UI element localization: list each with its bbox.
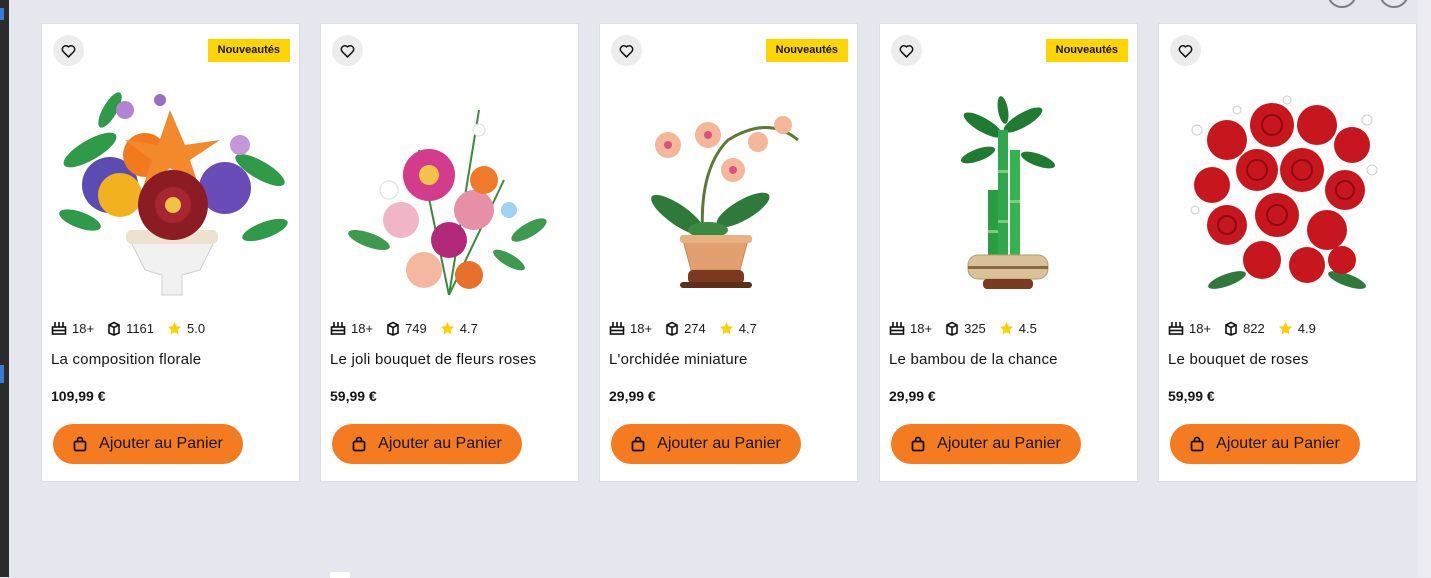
add-to-cart-label: Ajouter au Panier — [937, 435, 1061, 452]
product-card[interactable]: 18+ 822 4.9 Le bouquet de roses 59,99 € … — [1158, 23, 1417, 482]
new-badge: Nouveautés — [207, 39, 290, 62]
carousel-prev-button[interactable] — [1327, 0, 1357, 8]
new-badge: Nouveautés — [1045, 39, 1128, 62]
age-value: 18+ — [72, 320, 95, 336]
add-to-cart-button[interactable]: Ajouter au Panier — [332, 424, 522, 464]
birthday-cake-icon — [1168, 322, 1184, 335]
pieces-value: 1161 — [126, 320, 155, 336]
shopping-bag-icon — [1190, 436, 1204, 452]
birthday-cake-icon — [330, 322, 346, 335]
rating-value: 4.5 — [1018, 320, 1037, 336]
scrollbar-track[interactable] — [1418, 0, 1431, 577]
add-to-cart-label: Ajouter au Panier — [657, 435, 781, 452]
birthday-cake-icon — [51, 322, 67, 335]
roses-bouquet-image — [1190, 95, 1378, 289]
heart-icon — [619, 44, 634, 58]
pink-bouquet-image — [348, 109, 547, 296]
heart-icon — [1178, 44, 1193, 58]
edge-indicator — [0, 8, 4, 20]
star-icon — [1278, 321, 1292, 334]
product-image[interactable] — [608, 70, 851, 300]
bamboo-image — [960, 96, 1056, 289]
add-to-cart-label: Ajouter au Panier — [378, 435, 502, 452]
product-title[interactable]: L'orchidée miniature — [609, 351, 748, 368]
wishlist-button[interactable] — [1170, 35, 1201, 66]
add-to-cart-label: Ajouter au Panier — [1216, 435, 1340, 452]
heart-icon — [61, 44, 76, 58]
orchid-image — [651, 116, 799, 288]
product-title[interactable]: Le bouquet de roses — [1168, 351, 1309, 368]
flower-composition-image — [59, 92, 288, 296]
new-badge: Nouveautés — [765, 39, 848, 62]
carousel-next-button[interactable] — [1379, 0, 1409, 8]
product-price: 29,99 € — [889, 388, 936, 404]
brick-icon — [387, 321, 399, 336]
wishlist-button[interactable] — [332, 35, 363, 66]
star-icon — [719, 321, 733, 334]
edge-indicator — [0, 365, 4, 383]
add-to-cart-button[interactable]: Ajouter au Panier — [891, 424, 1081, 464]
brick-icon — [1225, 321, 1237, 336]
product-meta: 18+ 749 4.7 — [330, 319, 491, 337]
star-icon — [999, 321, 1013, 334]
product-title[interactable]: Le joli bouquet de fleurs roses — [330, 351, 536, 368]
age-value: 18+ — [910, 320, 933, 336]
brick-icon — [666, 321, 678, 336]
birthday-cake-icon — [609, 322, 625, 335]
birthday-cake-icon — [889, 322, 905, 335]
product-image[interactable] — [50, 70, 293, 300]
rating-value: 4.9 — [1297, 320, 1316, 336]
shopping-bag-icon — [631, 436, 645, 452]
product-image[interactable] — [1167, 70, 1410, 300]
product-price: 59,99 € — [1168, 388, 1215, 404]
product-price: 59,99 € — [330, 388, 377, 404]
rating-value: 5.0 — [187, 320, 206, 336]
product-meta: 18+ 1161 5.0 — [51, 319, 218, 337]
shopping-bag-icon — [911, 436, 925, 452]
heart-icon — [340, 44, 355, 58]
pieces-value: 325 — [964, 320, 986, 336]
rating-value: 4.7 — [738, 320, 757, 336]
product-meta: 18+ 325 4.5 — [889, 319, 1050, 337]
product-price: 109,99 € — [51, 388, 106, 404]
product-image[interactable] — [888, 70, 1131, 300]
wishlist-button[interactable] — [891, 35, 922, 66]
product-title[interactable]: La composition florale — [51, 351, 201, 368]
wishlist-button[interactable] — [53, 35, 84, 66]
pieces-value: 749 — [405, 320, 427, 336]
add-to-cart-label: Ajouter au Panier — [99, 435, 223, 452]
product-card[interactable]: Nouveautés 18+ 325 4.5 Le bambou de la c… — [879, 23, 1138, 482]
product-card[interactable]: Nouveautés 18+ 274 4.7 L'orchidée miniat… — [599, 23, 858, 482]
brick-icon — [108, 321, 120, 336]
window-edge-left — [0, 0, 9, 577]
pieces-value: 274 — [684, 320, 706, 336]
age-value: 18+ — [630, 320, 653, 336]
rating-value: 4.7 — [459, 320, 478, 336]
footer-edge — [330, 572, 350, 578]
product-card[interactable]: Nouveautés 18+ 1161 5.0 La composition f… — [41, 23, 300, 482]
add-to-cart-button[interactable]: Ajouter au Panier — [611, 424, 801, 464]
product-price: 29,99 € — [609, 388, 656, 404]
shopping-bag-icon — [352, 436, 366, 452]
product-image[interactable] — [329, 70, 572, 300]
product-meta: 18+ 274 4.7 — [609, 319, 770, 337]
star-icon — [440, 321, 454, 334]
add-to-cart-button[interactable]: Ajouter au Panier — [53, 424, 243, 464]
wishlist-button[interactable] — [611, 35, 642, 66]
age-value: 18+ — [351, 320, 374, 336]
shopping-bag-icon — [73, 436, 87, 452]
star-icon — [167, 321, 182, 334]
heart-icon — [899, 44, 914, 58]
product-title[interactable]: Le bambou de la chance — [889, 351, 1058, 368]
product-card[interactable]: 18+ 749 4.7 Le joli bouquet de fleurs ro… — [320, 23, 579, 482]
product-meta: 18+ 822 4.9 — [1168, 319, 1329, 337]
add-to-cart-button[interactable]: Ajouter au Panier — [1170, 424, 1360, 464]
brick-icon — [946, 321, 958, 336]
pieces-value: 822 — [1243, 320, 1265, 336]
age-value: 18+ — [1189, 320, 1212, 336]
